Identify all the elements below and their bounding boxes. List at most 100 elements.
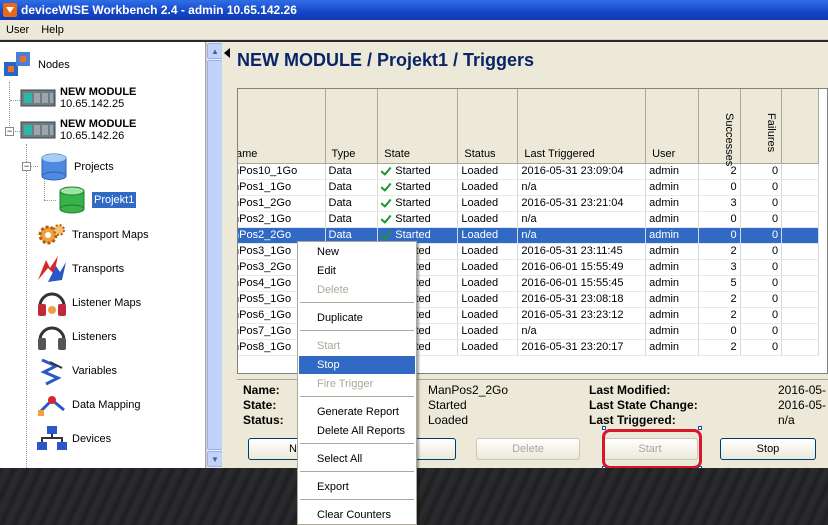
tree-item-transports[interactable]: Transports bbox=[36, 254, 124, 284]
cell-last-triggered: 2016-05-31 23:11:45 bbox=[517, 243, 647, 260]
tree-item-devices[interactable]: Devices bbox=[36, 424, 111, 454]
cell-last-triggered: 2016-05-31 23:08:18 bbox=[517, 291, 647, 308]
cell-text: admin bbox=[649, 341, 680, 353]
tree-item-variables[interactable]: Variables bbox=[36, 356, 117, 386]
cell-text: 2016-05-31 23:08:18 bbox=[521, 293, 624, 305]
cell-successes: 3 bbox=[698, 259, 741, 276]
tree-projects[interactable]: Projects bbox=[38, 152, 114, 182]
col-header-user[interactable]: User bbox=[645, 89, 700, 164]
col-header-extra bbox=[781, 89, 819, 164]
col-header-name[interactable]: ame bbox=[238, 89, 326, 164]
cell-failures: 0 bbox=[740, 195, 783, 212]
cell-successes: 0 bbox=[698, 179, 741, 196]
cell-failures: 0 bbox=[740, 339, 783, 356]
collapse-left-icon[interactable] bbox=[224, 48, 230, 58]
cell-status: Loaded bbox=[457, 211, 519, 228]
cell-text: Loaded bbox=[461, 325, 499, 337]
tree-item-listeners[interactable]: Listeners bbox=[36, 322, 117, 352]
cell-text: Started bbox=[395, 165, 431, 177]
cell-text: nPos3_2Go bbox=[237, 261, 292, 273]
menu-item-new[interactable]: New bbox=[299, 243, 415, 261]
scroll-up-icon[interactable]: ▲ bbox=[207, 43, 223, 59]
network-nodes-icon bbox=[4, 52, 30, 76]
cell-successes: 3 bbox=[698, 195, 741, 212]
tree-label: Nodes bbox=[38, 59, 70, 71]
cell-user: admin bbox=[645, 211, 700, 228]
menu-item-clear-counters[interactable]: Clear Counters bbox=[299, 506, 415, 524]
cell-text: nPos6_1Go bbox=[237, 309, 292, 321]
cell-successes: 2 bbox=[698, 339, 741, 356]
cell-name: nPos1_2Go bbox=[238, 195, 326, 212]
menu-item-start[interactable]: Start bbox=[299, 337, 415, 355]
tree-root-nodes[interactable]: Nodes bbox=[2, 50, 70, 80]
stop-button[interactable]: Stop bbox=[720, 438, 816, 460]
menu-item-stop[interactable]: Stop bbox=[299, 356, 415, 374]
cell-extra bbox=[781, 211, 819, 228]
cell-status: Loaded bbox=[457, 291, 519, 308]
cell-state: Started bbox=[377, 163, 459, 180]
menu-item-select-all[interactable]: Select All bbox=[299, 450, 415, 468]
cell-last-triggered: n/a bbox=[517, 323, 647, 340]
menu-item-export[interactable]: Export bbox=[299, 478, 415, 496]
menu-item-edit[interactable]: Edit bbox=[299, 262, 415, 280]
tree-project-projekt1[interactable]: Projekt1 bbox=[56, 185, 137, 215]
cell-name: nPos2_1Go bbox=[238, 211, 326, 228]
pane-splitter[interactable] bbox=[222, 42, 232, 468]
table-row[interactable]: nPos1_1Go Data Started Loaded n/a admin 0 0 bbox=[238, 179, 819, 196]
context-menu: New Edit Delete Duplicate Start Stop Fir… bbox=[297, 241, 417, 525]
highlight-ring bbox=[602, 429, 702, 469]
menu-separator bbox=[300, 443, 414, 444]
table-row[interactable]: nPos2_1Go Data Started Loaded n/a admin 0 0 bbox=[238, 211, 819, 228]
col-header-last-triggered[interactable]: Last Triggered bbox=[517, 89, 647, 164]
cell-text: n/a bbox=[521, 229, 537, 241]
window-title: deviceWISE Workbench 2.4 - admin 10.65.1… bbox=[21, 3, 297, 17]
col-header-failures[interactable]: Failures bbox=[740, 89, 783, 164]
cell-status: Loaded bbox=[457, 163, 519, 180]
col-header-successes[interactable]: Successes bbox=[698, 89, 741, 166]
cell-status: Loaded bbox=[457, 307, 519, 324]
tree-node-2[interactable]: NEW MODULE 10.65.142.26 bbox=[20, 118, 136, 142]
cell-text: 0 bbox=[771, 277, 779, 289]
cell-extra bbox=[781, 323, 819, 340]
tree-scrollbar[interactable]: ▲ ▼ bbox=[206, 42, 223, 468]
cell-type: Data bbox=[325, 211, 379, 228]
menu-item-delete[interactable]: Delete bbox=[299, 281, 415, 299]
menu-item-delete-all-reports[interactable]: Delete All Reports bbox=[299, 422, 415, 440]
cell-text: Started bbox=[395, 181, 431, 193]
cell-status: Loaded bbox=[457, 339, 519, 356]
cell-failures: 0 bbox=[740, 307, 783, 324]
detail-triggered-label: Last Triggered: bbox=[589, 413, 676, 427]
tree-node-1[interactable]: NEW MODULE 10.65.142.25 bbox=[20, 86, 136, 110]
menu-help[interactable]: Help bbox=[35, 24, 70, 36]
cell-failures: 0 bbox=[740, 323, 783, 340]
table-row[interactable]: nPos1_2Go Data Started Loaded 2016-05-31 23:… bbox=[238, 195, 819, 212]
tree-item-data-mapping[interactable]: Data Mapping bbox=[36, 390, 141, 420]
delete-button[interactable]: Delete bbox=[476, 438, 580, 460]
node2-collapse-toggle[interactable]: − bbox=[5, 127, 14, 136]
menu-item-fire-trigger[interactable]: Fire Trigger bbox=[299, 375, 415, 393]
cell-user: admin bbox=[645, 339, 700, 356]
green-database-icon bbox=[59, 186, 85, 214]
tree-item-listener-maps[interactable]: Listener Maps bbox=[36, 288, 141, 318]
tree-item-transport-maps[interactable]: Transport Maps bbox=[36, 220, 149, 250]
tree-label: Transport Maps bbox=[72, 229, 149, 241]
cell-text: 0 bbox=[771, 325, 779, 337]
cell-text: admin bbox=[649, 309, 680, 321]
col-header-type[interactable]: Type bbox=[325, 89, 379, 164]
cell-user: admin bbox=[645, 179, 700, 196]
cell-text: Data bbox=[328, 181, 352, 193]
menu-user[interactable]: User bbox=[0, 24, 35, 36]
menu-item-generate-report[interactable]: Generate Report bbox=[299, 403, 415, 421]
menu-item-duplicate[interactable]: Duplicate bbox=[299, 309, 415, 327]
scroll-thumb[interactable] bbox=[207, 60, 223, 450]
checkmark-icon bbox=[381, 198, 392, 207]
scroll-down-icon[interactable]: ▼ bbox=[207, 451, 223, 467]
col-header-status[interactable]: Status bbox=[457, 89, 519, 164]
cell-failures: 0 bbox=[740, 275, 783, 292]
cell-extra bbox=[781, 291, 819, 308]
cell-text: admin bbox=[649, 165, 680, 177]
cell-text: 2 bbox=[730, 165, 737, 177]
cell-text: nPos7_1Go bbox=[237, 325, 292, 337]
col-header-state[interactable]: State bbox=[377, 89, 459, 164]
projects-collapse-toggle[interactable]: − bbox=[22, 162, 31, 171]
